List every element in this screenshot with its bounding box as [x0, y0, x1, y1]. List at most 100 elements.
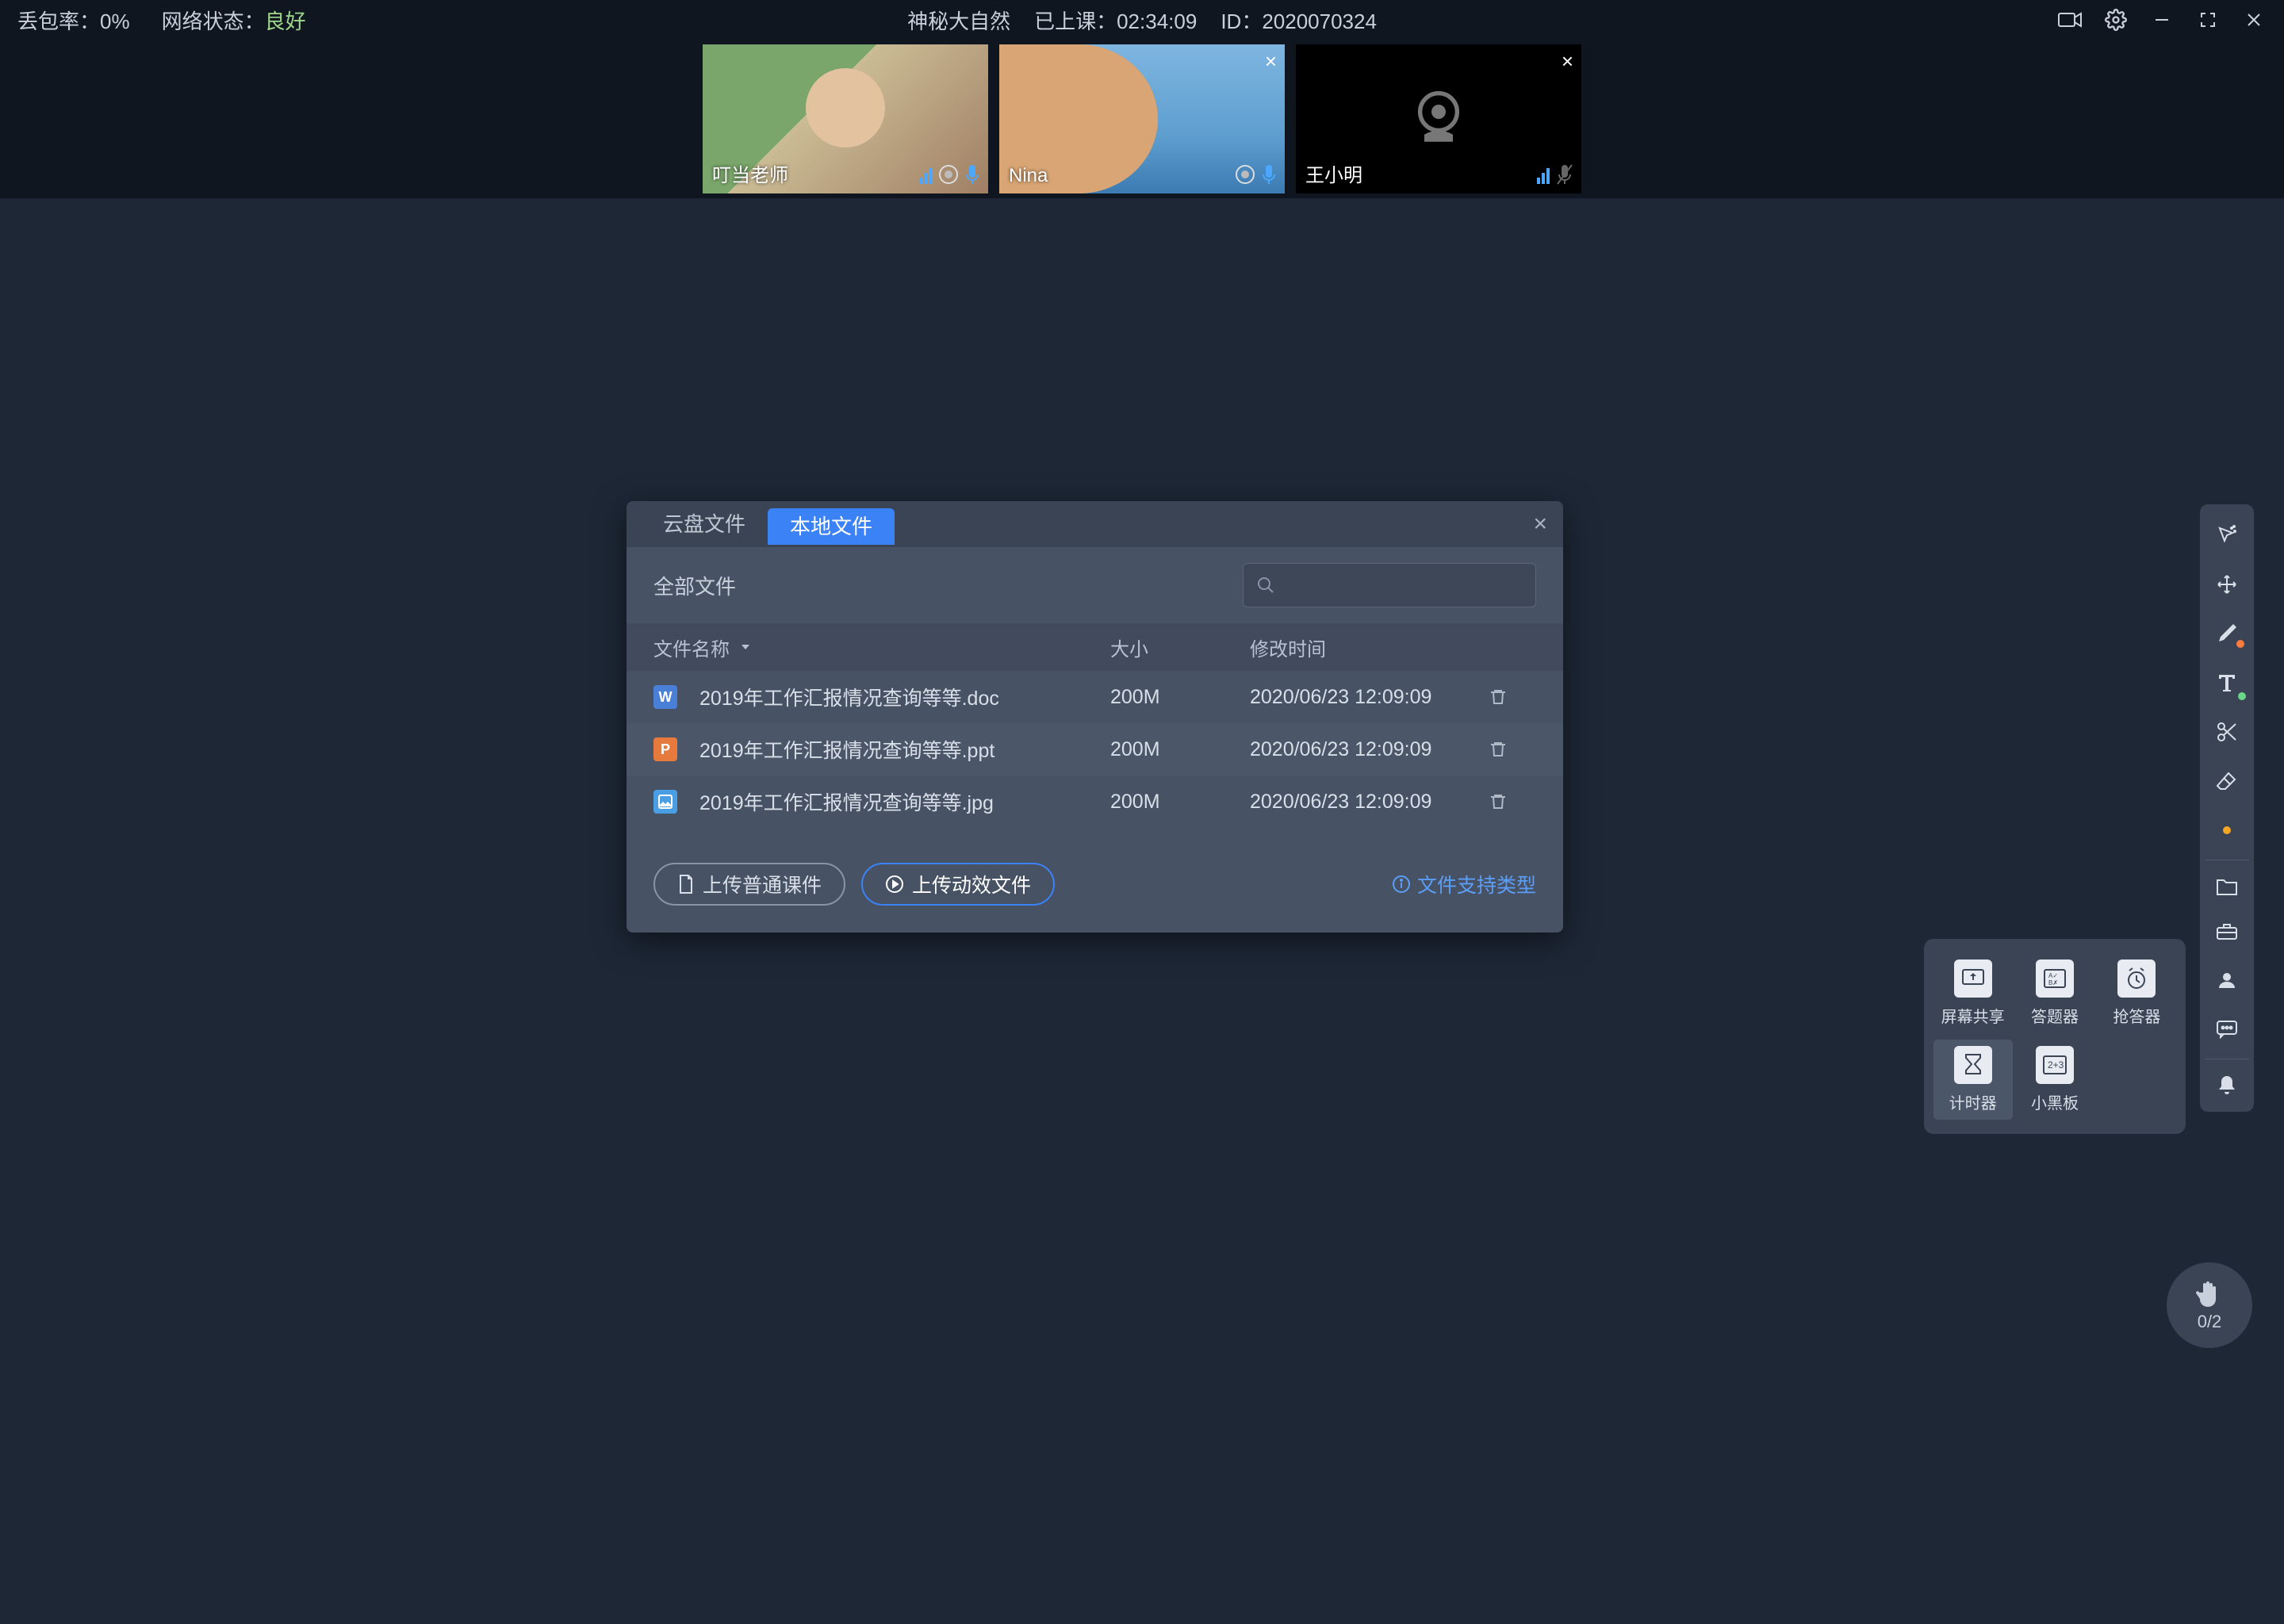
close-icon[interactable]: × — [1562, 49, 1573, 74]
file-row[interactable]: P 2019年工作汇报情况查询等等.ppt 200M 2020/06/23 12… — [627, 723, 1563, 776]
hourglass-icon — [1954, 1046, 1992, 1084]
image-file-icon — [653, 790, 677, 814]
audio-level-icon — [1537, 165, 1550, 184]
participant-name: Nina — [1009, 165, 1048, 187]
minimize-icon[interactable] — [2149, 7, 2175, 33]
upload-animated-button[interactable]: 上传动效文件 — [861, 863, 1055, 906]
screen-share-tool[interactable]: 屏幕共享 — [1933, 953, 2013, 1033]
file-time: 2020/06/23 12:09:09 — [1250, 738, 1489, 761]
close-icon[interactable]: × — [1265, 49, 1277, 74]
mini-board-tool[interactable]: 2+3 小黑板 — [2015, 1040, 2094, 1120]
raise-hand-count: 0/2 — [2198, 1312, 2222, 1332]
search-icon — [1256, 576, 1275, 595]
svg-text:A✓: A✓ — [2048, 972, 2058, 979]
participant-name: 王小明 — [1305, 159, 1362, 187]
svg-text:2+3: 2+3 — [2048, 1059, 2064, 1071]
text-tool-icon[interactable] — [2205, 661, 2249, 705]
fullscreen-icon[interactable] — [2195, 7, 2221, 33]
sort-name[interactable]: 文件名称 — [653, 634, 1110, 661]
mic-off-icon — [1556, 163, 1573, 186]
file-name: 2019年工作汇报情况查询等等.doc — [699, 683, 999, 711]
file-name: 2019年工作汇报情况查询等等.ppt — [699, 735, 994, 764]
eraser-tool-icon[interactable] — [2205, 759, 2249, 803]
indicator-dot — [2238, 692, 2246, 700]
file-name: 2019年工作汇报情况查询等等.jpg — [699, 787, 994, 816]
close-icon[interactable]: × — [1533, 511, 1547, 538]
sort-down-icon — [739, 641, 752, 653]
laser-tool-icon[interactable] — [2205, 808, 2249, 852]
timer-tool[interactable]: 计时器 — [1933, 1040, 2013, 1120]
quiz-icon: A✓B✗ — [2036, 959, 2074, 998]
delete-file-icon[interactable] — [1489, 688, 1536, 707]
elapsed-time: 已上课：02:34:09 — [1034, 6, 1197, 35]
bell-icon[interactable] — [2205, 1059, 2249, 1103]
participants-icon[interactable] — [2205, 958, 2249, 1002]
toolbox-icon[interactable] — [2205, 909, 2249, 953]
topbar-right — [2057, 7, 2267, 33]
file-row[interactable]: 2019年工作汇报情况查询等等.jpg 200M 2020/06/23 12:0… — [627, 776, 1563, 828]
play-circle-icon — [885, 875, 904, 894]
raise-hand-button[interactable]: 0/2 — [2167, 1262, 2252, 1348]
close-window-icon[interactable] — [2241, 7, 2267, 33]
tab-local-files[interactable]: 本地文件 — [768, 508, 895, 545]
search-input[interactable] — [1243, 563, 1536, 607]
move-tool-icon[interactable] — [2205, 562, 2249, 607]
mic-on-icon — [964, 163, 980, 186]
class-title: 神秘大自然 — [907, 6, 1010, 35]
record-icon — [939, 165, 958, 184]
svg-text:B✗: B✗ — [2048, 979, 2058, 986]
pointer-tool-icon[interactable] — [2205, 513, 2249, 557]
indicator-dot — [2236, 640, 2244, 648]
supported-types-link[interactable]: 文件支持类型 — [1392, 870, 1536, 898]
screen-share-icon — [1954, 959, 1992, 998]
file-size: 200M — [1110, 738, 1250, 761]
file-size: 200M — [1110, 791, 1250, 814]
upload-normal-button[interactable]: 上传普通课件 — [653, 863, 845, 906]
file-time: 2020/06/23 12:09:09 — [1250, 791, 1489, 814]
video-tile-student[interactable]: × 王小明 — [1296, 44, 1581, 193]
delete-file-icon[interactable] — [1489, 740, 1536, 759]
pen-tool-icon[interactable] — [2205, 611, 2249, 656]
participant-name: 叮当老师 — [712, 159, 788, 187]
participant-videos: 叮当老师 × Nina × 王小明 — [0, 40, 2284, 198]
top-bar: 丢包率：0% 网络状态：良好 神秘大自然 已上课：02:34:09 ID：202… — [0, 0, 2284, 40]
buzzer-tool[interactable]: 抢答器 — [2097, 953, 2176, 1033]
all-files-label: 全部文件 — [653, 571, 736, 600]
chat-icon[interactable] — [2205, 1007, 2249, 1051]
audio-level-icon — [920, 165, 933, 184]
doc-file-icon: W — [653, 685, 677, 709]
col-size[interactable]: 大小 — [1110, 634, 1250, 661]
table-header: 文件名称 大小 修改时间 — [627, 623, 1563, 671]
network-status: 网络状态：良好 — [162, 6, 306, 35]
topbar-center: 神秘大自然 已上课：02:34:09 ID：2020070324 — [907, 6, 1377, 35]
video-tile-student[interactable]: × Nina — [999, 44, 1285, 193]
scissors-tool-icon[interactable] — [2205, 710, 2249, 754]
tools-popup: 屏幕共享 A✓B✗ 答题器 抢答器 计时器 2+3 小黑板 — [1924, 939, 2186, 1134]
file-footer: 上传普通课件 上传动效文件 文件支持类型 — [627, 828, 1563, 933]
document-icon — [677, 874, 695, 894]
file-time: 2020/06/23 12:09:09 — [1250, 686, 1489, 709]
folder-tool-icon[interactable] — [2205, 860, 2249, 904]
tab-cloud-files[interactable]: 云盘文件 — [641, 501, 768, 547]
file-table: 文件名称 大小 修改时间 W 2019年工作汇报情况查询等等.doc 200M … — [627, 623, 1563, 828]
topbar-left: 丢包率：0% 网络状态：良好 — [17, 6, 306, 35]
camera-toggle-icon[interactable] — [2057, 7, 2083, 33]
col-time[interactable]: 修改时间 — [1250, 634, 1489, 661]
file-toolbar: 全部文件 — [627, 547, 1563, 623]
alarm-icon — [2117, 959, 2156, 998]
delete-file-icon[interactable] — [1489, 792, 1536, 811]
camera-off-icon — [1403, 83, 1474, 155]
ppt-file-icon: P — [653, 737, 677, 761]
file-size: 200M — [1110, 686, 1250, 709]
quiz-tool[interactable]: A✓B✗ 答题器 — [2015, 953, 2094, 1033]
mic-on-icon — [1261, 163, 1277, 186]
file-tabs: 云盘文件 本地文件 × — [627, 501, 1563, 547]
info-icon — [1392, 875, 1411, 894]
board-icon: 2+3 — [2036, 1046, 2074, 1084]
file-dialog: 云盘文件 本地文件 × 全部文件 文件名称 大小 修改时间 W 2019年工作汇… — [627, 501, 1563, 933]
video-tile-teacher[interactable]: 叮当老师 — [703, 44, 988, 193]
right-toolbar — [2200, 504, 2254, 1112]
settings-icon[interactable] — [2103, 7, 2129, 33]
hand-icon — [2194, 1278, 2225, 1310]
file-row[interactable]: W 2019年工作汇报情况查询等等.doc 200M 2020/06/23 12… — [627, 671, 1563, 723]
